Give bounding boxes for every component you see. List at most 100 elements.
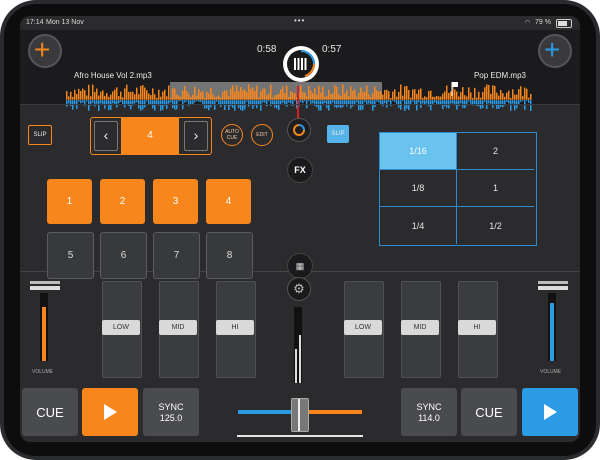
waveform-bar bbox=[470, 92, 472, 100]
eq-knob[interactable]: HI bbox=[216, 320, 254, 335]
loop-cell[interactable]: 1/16 bbox=[380, 133, 457, 170]
plus-icon: + bbox=[34, 34, 51, 65]
waveform-bar bbox=[170, 97, 172, 100]
waveform-bar bbox=[162, 91, 164, 100]
waveform-bar bbox=[188, 94, 190, 100]
waveform-bar bbox=[160, 96, 162, 100]
waveform-bar bbox=[500, 89, 502, 100]
waveform-bar bbox=[138, 94, 140, 100]
waveform-bar bbox=[428, 91, 430, 100]
deck-left-time: 0:58 bbox=[257, 44, 277, 55]
slip-button-right[interactable]: SLIP bbox=[327, 125, 349, 143]
waveform-bar bbox=[302, 100, 304, 104]
eq-knob[interactable]: MID bbox=[159, 320, 197, 335]
waveform-bar bbox=[412, 89, 414, 100]
waveform-bar bbox=[100, 91, 102, 100]
hot-cue-pad[interactable]: 4 bbox=[206, 179, 251, 224]
loop-cell[interactable]: 1/8 bbox=[380, 170, 457, 207]
waveform-bar bbox=[518, 89, 520, 100]
waveform-bar bbox=[324, 100, 326, 104]
waveform-bar bbox=[360, 87, 362, 100]
sync-button-left[interactable]: SYNC 125.0 bbox=[143, 388, 199, 436]
top-bar: + + Afro House Vol 2.mp3 Pop EDM.mp3 0:5… bbox=[20, 30, 580, 118]
waveform-bar bbox=[316, 94, 318, 100]
waveform-bar bbox=[124, 88, 126, 100]
loop-length-grid: 1/16 2 1/8 1 1/4 1/2 bbox=[379, 132, 537, 246]
waveform-bar bbox=[434, 100, 436, 103]
fx-button[interactable]: FX bbox=[287, 157, 313, 183]
eq-slider-left-low[interactable]: LOW bbox=[102, 281, 142, 378]
waveform-bar bbox=[264, 100, 266, 103]
waveform-bar bbox=[290, 100, 292, 104]
app-logo[interactable] bbox=[283, 46, 319, 82]
waveform-bar bbox=[116, 87, 118, 100]
sync-button-right[interactable]: SYNC 114.0 bbox=[401, 388, 457, 436]
loop-cell[interactable]: 1/4 bbox=[380, 207, 457, 244]
logo-bars-icon bbox=[294, 50, 315, 77]
loop-value[interactable]: 4 bbox=[121, 118, 179, 154]
waveform-bar bbox=[378, 100, 380, 103]
waveform-bar bbox=[324, 96, 326, 100]
waveform-bar bbox=[418, 100, 420, 103]
waveform-bar bbox=[194, 86, 196, 100]
waveform-bar bbox=[90, 96, 92, 100]
waveform-bar bbox=[528, 97, 530, 100]
volume-fader-left[interactable] bbox=[30, 286, 60, 290]
waveform-bar bbox=[340, 96, 342, 100]
eq-knob[interactable]: LOW bbox=[102, 320, 140, 335]
waveform-bar bbox=[166, 96, 168, 100]
waveform-bar bbox=[442, 93, 444, 100]
waveform-bar bbox=[486, 84, 488, 100]
slip-button-left[interactable]: SLIP bbox=[28, 125, 52, 145]
loop-prev-button[interactable]: ‹ bbox=[94, 121, 118, 151]
eq-knob[interactable]: LOW bbox=[344, 320, 382, 335]
add-track-right-button[interactable]: + bbox=[538, 34, 572, 68]
eq-slider-left-mid[interactable]: MID bbox=[159, 281, 199, 378]
eq-slider-right-low[interactable]: LOW bbox=[344, 281, 384, 378]
sync-icon[interactable] bbox=[287, 118, 311, 142]
waveform-bar bbox=[286, 85, 288, 100]
waveform-bar bbox=[84, 90, 86, 100]
waveform-bar bbox=[522, 96, 524, 100]
waveform-bar bbox=[218, 95, 220, 100]
waveform-bar bbox=[444, 91, 446, 100]
waveform-bar bbox=[410, 97, 412, 100]
eq-slider-right-hi[interactable]: HI bbox=[458, 281, 498, 378]
waveform-bar bbox=[284, 93, 286, 100]
cue-button-right[interactable]: CUE bbox=[461, 388, 517, 436]
hot-cue-pad[interactable]: 1 bbox=[47, 179, 92, 224]
multitask-dots-icon[interactable]: ••• bbox=[294, 16, 305, 25]
waveform-bar bbox=[440, 96, 442, 100]
waveform-bar bbox=[98, 95, 100, 100]
loop-cell[interactable]: 1/2 bbox=[457, 207, 534, 244]
waveform-bar bbox=[136, 87, 138, 100]
gear-icon[interactable]: ⚙ bbox=[287, 277, 311, 301]
hot-cue-pad[interactable]: 2 bbox=[100, 179, 145, 224]
hot-cue-pad[interactable]: 3 bbox=[153, 179, 198, 224]
volume-meter-right bbox=[548, 293, 556, 361]
waveform-bar bbox=[334, 85, 336, 100]
eq-knob[interactable]: HI bbox=[458, 320, 496, 335]
bpm-right: 114.0 bbox=[418, 412, 440, 423]
loop-cell[interactable]: 2 bbox=[457, 133, 534, 170]
crossfader-handle[interactable] bbox=[291, 398, 309, 432]
volume-fader-right[interactable] bbox=[538, 286, 568, 290]
waveform-bar bbox=[520, 100, 522, 102]
loop-next-button[interactable]: › bbox=[184, 121, 208, 151]
loop-selector-left: ‹ 4 › bbox=[90, 117, 212, 155]
auto-cue-button[interactable]: AUTO CUE bbox=[221, 124, 243, 146]
waveform-bar bbox=[196, 95, 198, 100]
play-button-right[interactable] bbox=[522, 388, 578, 436]
cue-button-left[interactable]: CUE bbox=[22, 388, 78, 436]
waveform-bar bbox=[438, 96, 440, 100]
eq-slider-right-mid[interactable]: MID bbox=[401, 281, 441, 378]
status-bar: 17:14 Mon 13 Nov ••• ◠ 79 % bbox=[20, 16, 580, 30]
add-track-left-button[interactable]: + bbox=[28, 34, 62, 68]
waveform-bar bbox=[146, 90, 148, 100]
edit-button[interactable]: EDIT bbox=[251, 124, 273, 146]
waveform-bar bbox=[92, 100, 94, 103]
loop-cell[interactable]: 1 bbox=[457, 170, 534, 207]
eq-slider-left-hi[interactable]: HI bbox=[216, 281, 256, 378]
play-button-left[interactable] bbox=[82, 388, 138, 436]
eq-knob[interactable]: MID bbox=[401, 320, 439, 335]
